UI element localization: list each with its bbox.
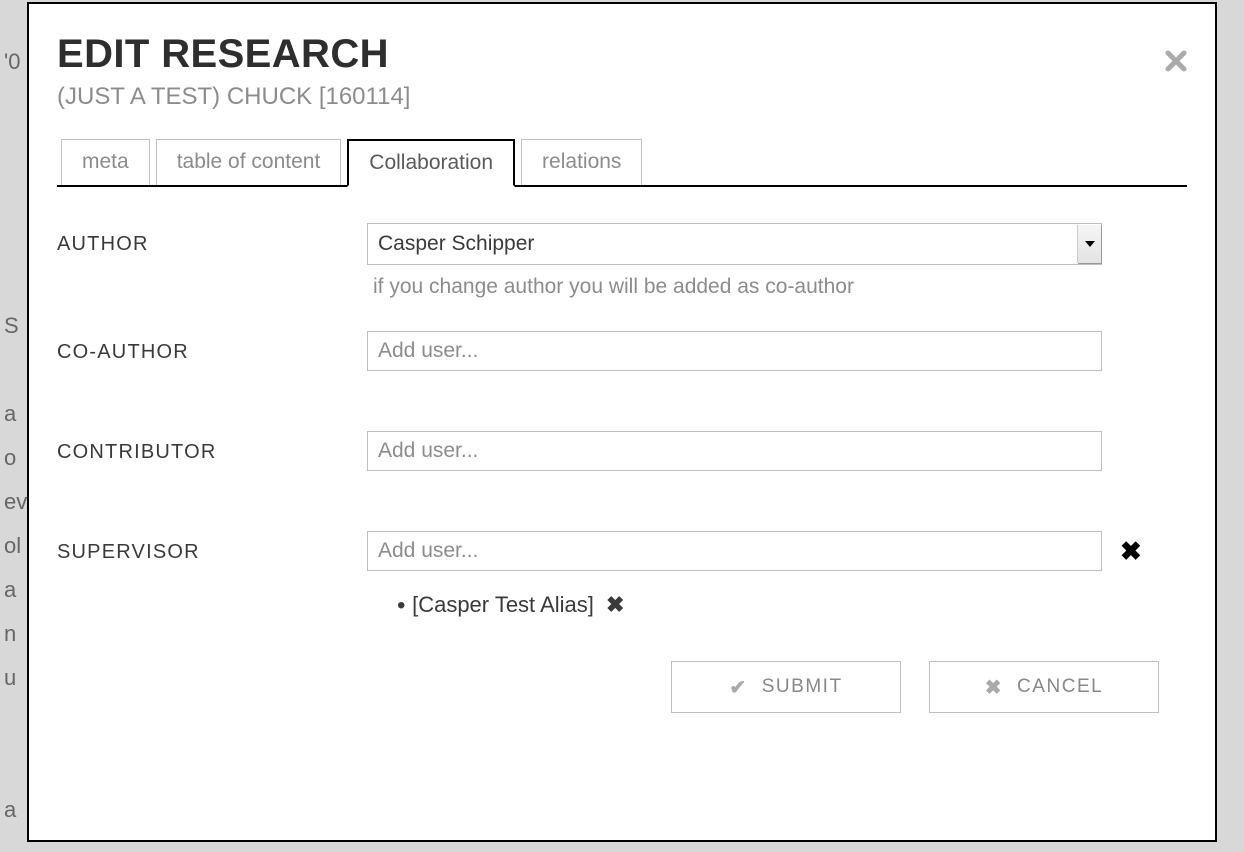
cancel-button-label: CANCEL bbox=[1017, 676, 1103, 698]
dialog-subtitle: (JUST A TEST) CHUCK [160114] bbox=[57, 83, 1187, 111]
close-icon[interactable] bbox=[1165, 50, 1187, 78]
author-label: AUTHOR bbox=[57, 223, 367, 256]
contributor-label: CONTRIBUTOR bbox=[57, 431, 367, 464]
author-select-value: Casper Schipper bbox=[378, 232, 534, 256]
supervisor-label: SUPERVISOR bbox=[57, 531, 367, 564]
coauthor-input[interactable] bbox=[367, 331, 1102, 371]
tab-meta[interactable]: meta bbox=[61, 139, 150, 185]
supervisor-item-label: [Casper Test Alias] bbox=[412, 592, 594, 617]
dialog-button-bar: ✔ SUBMIT ✖ CANCEL bbox=[57, 631, 1187, 713]
check-icon: ✔ bbox=[729, 675, 747, 700]
contributor-input[interactable] bbox=[367, 431, 1102, 471]
supervisor-input[interactable] bbox=[367, 531, 1102, 571]
dialog-title: EDIT RESEARCH bbox=[57, 32, 1187, 77]
form-collaboration: AUTHOR Casper Schipper if you change aut… bbox=[57, 187, 1187, 619]
coauthor-label: CO-AUTHOR bbox=[57, 331, 367, 364]
remove-supervisor-input-icon[interactable]: ✖ bbox=[1120, 536, 1142, 567]
tab-bar: meta table of content Collaboration rela… bbox=[57, 139, 1187, 187]
submit-button[interactable]: ✔ SUBMIT bbox=[671, 661, 901, 713]
close-icon-small: ✖ bbox=[985, 675, 1003, 700]
author-hint: if you change author you will be added a… bbox=[373, 275, 1187, 299]
supervisor-list: [Casper Test Alias] ✖ bbox=[397, 591, 1187, 619]
author-select[interactable]: Casper Schipper bbox=[367, 223, 1102, 265]
tab-collaboration[interactable]: Collaboration bbox=[347, 139, 515, 187]
tab-relations[interactable]: relations bbox=[521, 139, 642, 185]
submit-button-label: SUBMIT bbox=[762, 676, 843, 698]
tab-table-of-content[interactable]: table of content bbox=[156, 139, 342, 185]
supervisor-item: [Casper Test Alias] ✖ bbox=[397, 592, 624, 617]
cancel-button[interactable]: ✖ CANCEL bbox=[929, 661, 1159, 713]
edit-research-dialog: EDIT RESEARCH (JUST A TEST) CHUCK [16011… bbox=[27, 2, 1217, 842]
remove-supervisor-item-icon[interactable]: ✖ bbox=[606, 592, 624, 617]
chevron-down-icon bbox=[1077, 225, 1101, 263]
